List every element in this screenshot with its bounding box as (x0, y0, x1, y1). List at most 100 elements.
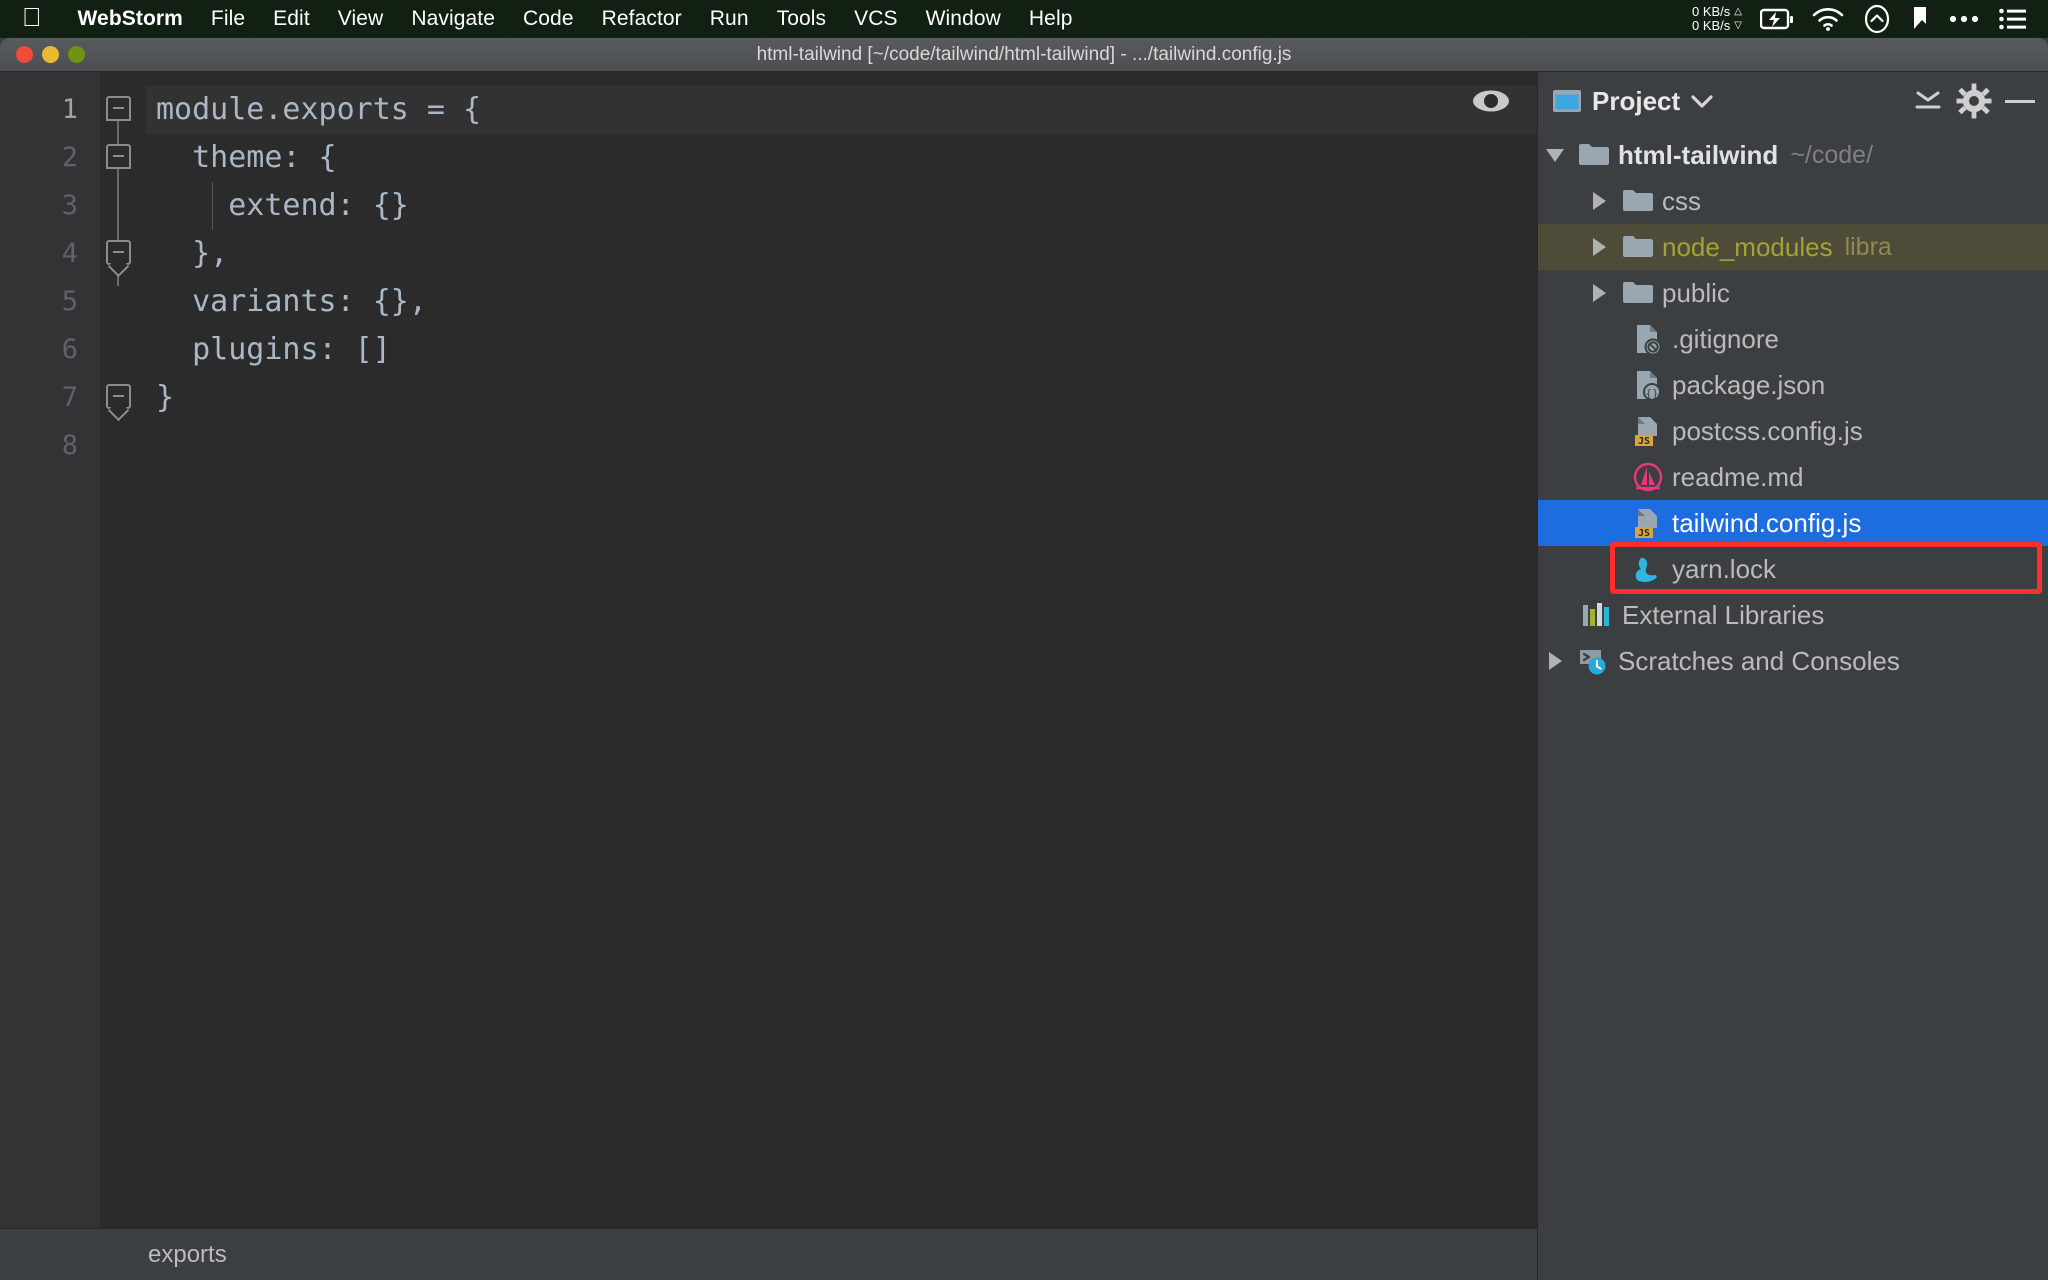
tree-item-scratches-and-consoles[interactable]: Scratches and Consoles (1538, 638, 2048, 684)
tree-item-label: public (1662, 277, 1730, 308)
tree-item-label: yarn.lock (1672, 553, 1777, 584)
tree-item-readme-md[interactable]: readme.md (1538, 454, 2048, 500)
tree-item-postcss-config-js[interactable]: JS postcss.config.js (1538, 408, 2048, 454)
expand-arrow-right-icon[interactable] (1582, 192, 1616, 210)
editor-main-area[interactable]: 1 2 3 4 5 6 7 8 module.exports = {theme… (0, 72, 1537, 1228)
tree-item-label: postcss.config.js (1672, 415, 1863, 446)
window-body: 1 2 3 4 5 6 7 8 module.exports = {theme… (0, 72, 2048, 1280)
line-number: 5 (61, 286, 78, 317)
svg-text:JS: JS (1638, 528, 1650, 539)
preview-eye-icon[interactable] (1471, 86, 1511, 116)
tree-item-package-json[interactable]: {} package.json (1538, 362, 2048, 408)
expand-arrow-right-icon[interactable] (1538, 652, 1572, 670)
editor-gutter[interactable]: 1 2 3 4 5 6 7 8 (0, 72, 100, 1228)
line-number: 7 (61, 382, 78, 413)
svg-text:{}: {} (1645, 387, 1658, 400)
network-download-value: 0 KB/s (1692, 18, 1731, 33)
menu-item-edit[interactable]: Edit (259, 7, 324, 31)
network-speed-indicator[interactable]: 0 KB/s △ 0 KB/s ▽ (1692, 5, 1742, 33)
code-text-area[interactable]: module.exports = { theme: { extend: {} }… (146, 72, 1537, 1228)
tree-item-label: node_modules (1662, 231, 1833, 262)
yarn-file-icon (1626, 552, 1670, 586)
line-number: 8 (61, 430, 78, 461)
tree-item-label: package.json (1672, 369, 1826, 400)
collapse-all-icon[interactable] (1910, 86, 1946, 116)
fold-collapse-icon[interactable] (106, 144, 131, 169)
code-line: } (156, 380, 175, 415)
gitignore-file-icon (1626, 322, 1670, 356)
project-tool-window: Project html-tailwind ~/code/ css node_m… (1537, 72, 2048, 1280)
tree-item-path: ~/code/ (1790, 140, 1874, 169)
zoom-button[interactable] (68, 46, 85, 63)
tree-item-node-modules[interactable]: node_modules libra (1538, 224, 2048, 270)
tree-item-label: readme.md (1672, 461, 1804, 492)
breadcrumb[interactable]: exports (148, 1241, 227, 1269)
js-file-icon: JS (1626, 506, 1670, 540)
external-libraries-icon (1576, 601, 1620, 629)
tree-item-external-libraries[interactable]: External Libraries (1538, 592, 2048, 638)
expand-arrow-right-icon[interactable] (1582, 238, 1616, 256)
bookmark-icon[interactable] (1910, 5, 1930, 33)
tree-item-public[interactable]: public (1538, 270, 2048, 316)
wifi-icon[interactable] (1812, 7, 1844, 31)
tree-item-css[interactable]: css (1538, 178, 2048, 224)
tree-item-gitignore[interactable]: .gitignore (1538, 316, 2048, 362)
menu-item-window[interactable]: Window (912, 7, 1015, 31)
fold-collapse-icon[interactable] (106, 240, 131, 265)
fold-row (100, 86, 146, 134)
ellipsis-icon[interactable] (1948, 14, 1980, 24)
network-upload-value: 0 KB/s (1692, 4, 1731, 19)
expand-arrow-right-icon[interactable] (1582, 284, 1616, 302)
download-arrow-icon: ▽ (1734, 20, 1742, 31)
project-file-tree[interactable]: html-tailwind ~/code/ css node_modules l… (1538, 130, 2048, 1280)
editor-breadcrumb-bar[interactable]: exports (0, 1228, 1537, 1280)
menu-item-view[interactable]: View (324, 7, 398, 31)
project-view-icon (1552, 88, 1582, 114)
code-folding-strip[interactable] (100, 72, 146, 1228)
menu-item-refactor[interactable]: Refactor (588, 7, 696, 31)
minimize-button[interactable] (42, 46, 59, 63)
fold-collapse-icon[interactable] (106, 384, 131, 409)
cloud-arrow-icon[interactable] (1862, 4, 1892, 34)
folder-icon (1616, 280, 1660, 306)
fold-collapse-icon[interactable] (106, 96, 131, 121)
markdown-file-icon (1626, 460, 1670, 494)
apple-logo-icon[interactable]:  (22, 4, 42, 30)
menu-item-code[interactable]: Code (509, 7, 588, 31)
code-line: variants: {}, (156, 284, 427, 319)
control-center-icon[interactable] (1998, 7, 2028, 31)
folder-icon (1616, 234, 1660, 260)
menu-item-tools[interactable]: Tools (763, 7, 841, 31)
json-file-icon: {} (1626, 368, 1670, 402)
editor-pane: 1 2 3 4 5 6 7 8 module.exports = {theme… (0, 72, 1537, 1280)
macos-menu-bar:  WebStorm File Edit View Navigate Code … (0, 0, 2048, 38)
line-number: 3 (61, 190, 78, 221)
minimize-panel-icon[interactable] (2002, 88, 2038, 114)
project-panel-header: Project (1538, 72, 2048, 130)
tree-item-html-tailwind[interactable]: html-tailwind ~/code/ (1538, 132, 2048, 178)
fold-row (100, 230, 146, 278)
menu-item-navigate[interactable]: Navigate (397, 7, 509, 31)
tree-item-label: tailwind.config.js (1672, 507, 1862, 538)
battery-charging-icon[interactable] (1760, 8, 1794, 30)
menu-item-help[interactable]: Help (1015, 7, 1087, 31)
close-button[interactable] (16, 46, 33, 63)
menu-item-file[interactable]: File (197, 7, 259, 31)
tree-item-label: css (1662, 185, 1701, 216)
code-line: }, (156, 236, 229, 271)
fold-row (100, 374, 146, 422)
menu-item-vcs[interactable]: VCS (840, 7, 911, 31)
folder-icon (1572, 142, 1616, 168)
chevron-down-icon[interactable] (1690, 93, 1714, 109)
tree-item-yarn-lock[interactable]: yarn.lock (1538, 546, 2048, 592)
tree-item-tailwind-config-js[interactable]: JS tailwind.config.js (1538, 500, 2048, 546)
gear-icon[interactable] (1956, 83, 1992, 119)
folder-icon (1616, 188, 1660, 214)
expand-arrow-down-icon[interactable] (1538, 148, 1572, 162)
line-number: 4 (61, 238, 78, 269)
line-number: 6 (61, 334, 78, 365)
window-title-bar[interactable]: html-tailwind [~/code/tailwind/html-tail… (0, 38, 2048, 72)
menu-item-webstorm[interactable]: WebStorm (64, 7, 197, 31)
menu-item-run[interactable]: Run (696, 7, 763, 31)
